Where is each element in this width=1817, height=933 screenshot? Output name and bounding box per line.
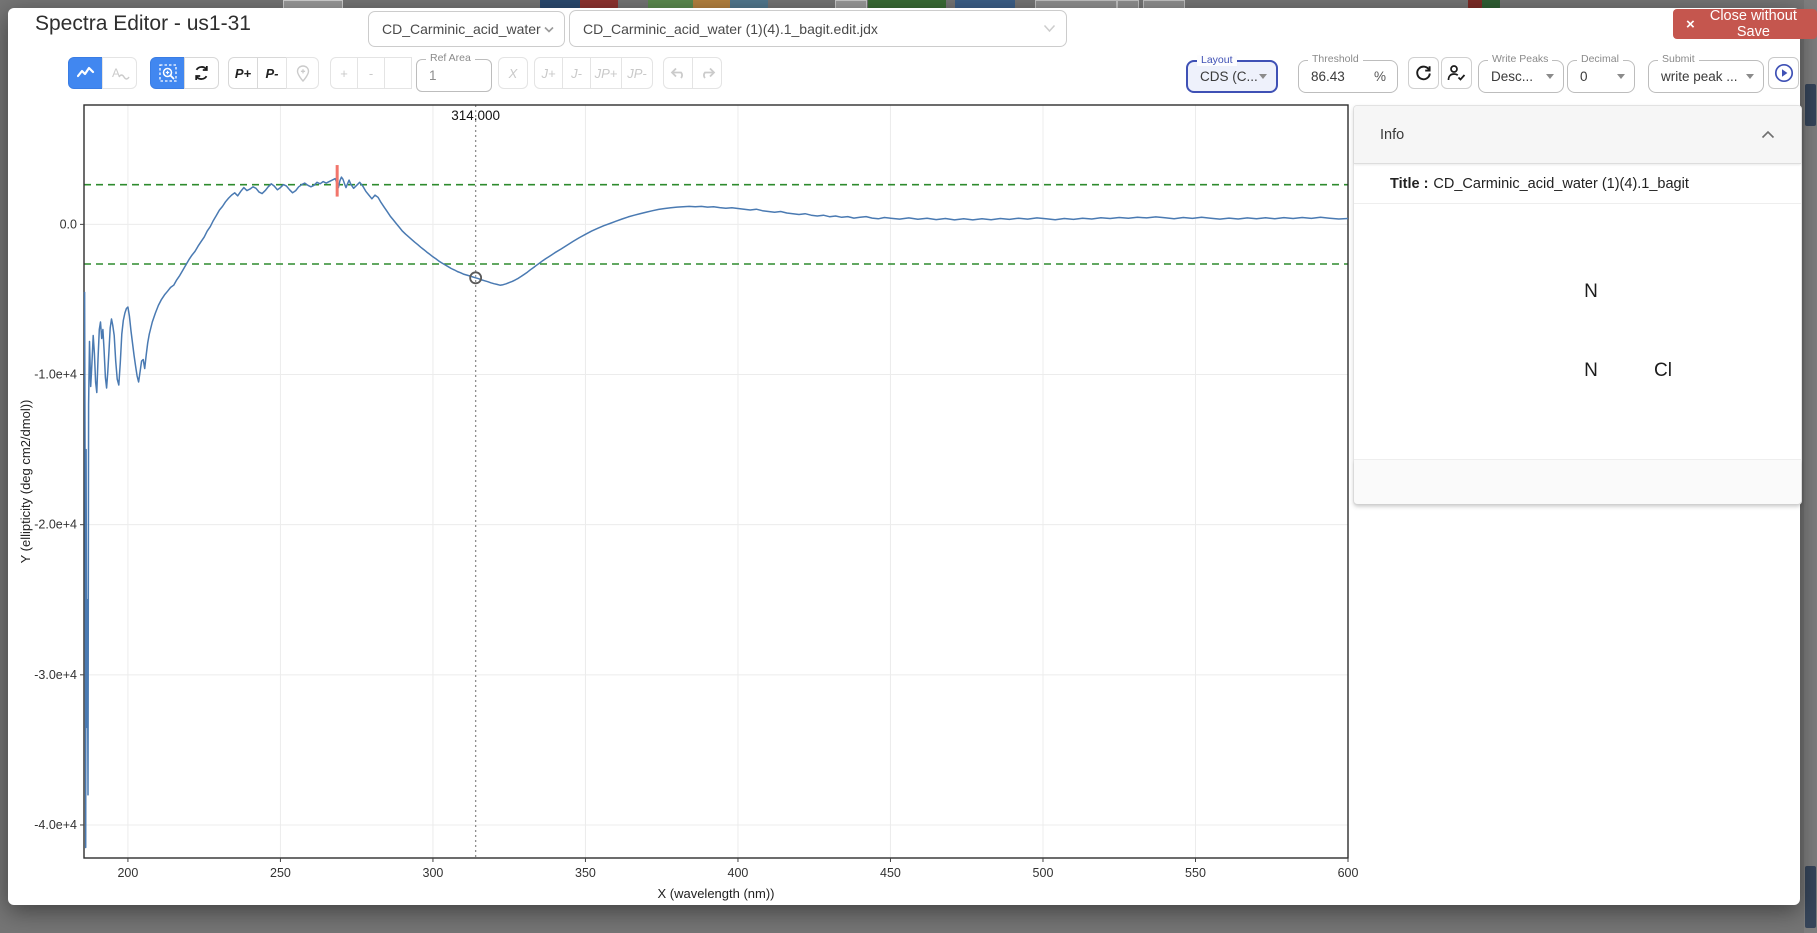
zoom-select-tool-button[interactable] — [150, 57, 185, 89]
chevron-down-icon — [1746, 74, 1754, 79]
x-tick-label: 250 — [270, 866, 291, 880]
crosshair-value-label: 314.000 — [451, 108, 500, 123]
spectrum-line[interactable] — [85, 177, 1348, 847]
ref-area-label: Ref Area — [426, 53, 475, 64]
auto-assign-button[interactable] — [1441, 57, 1472, 89]
spectrum-select-value: CD_Carminic_acid_water — [369, 21, 541, 37]
run-submit-button[interactable] — [1768, 57, 1799, 89]
x-tick-label: 550 — [1185, 866, 1206, 880]
info-panel: Info Title : CD_Carminic_acid_water (1)(… — [1353, 105, 1802, 505]
user-check-icon — [1447, 65, 1466, 81]
reset-zoom-button[interactable] — [184, 57, 219, 89]
undo-button[interactable] — [663, 57, 693, 89]
layout-label: Layout — [1197, 55, 1237, 66]
reset-zoom-icon — [193, 65, 210, 81]
zoom-area-icon — [159, 64, 177, 82]
line-chart-icon — [77, 66, 95, 80]
blank-tool-button[interactable] — [384, 57, 412, 89]
info-panel-footer — [1354, 460, 1801, 504]
chevron-down-icon — [1617, 74, 1625, 79]
x-tick-label: 450 — [880, 866, 901, 880]
info-panel-title: Info — [1380, 127, 1404, 143]
threshold-unit: % — [1374, 69, 1386, 84]
layout-value: CDS (C... — [1188, 69, 1258, 84]
x-axis-title: X (wavelength (nm)) — [657, 886, 774, 901]
peak-remove-button[interactable]: P- — [257, 57, 287, 89]
chevron-down-icon — [1259, 74, 1267, 79]
y-tick-label: -2.0e+4 — [34, 518, 77, 532]
ref-area-field[interactable]: Ref Area 1 — [416, 59, 492, 92]
chevron-down-icon — [544, 26, 554, 33]
x-tick-label: 350 — [575, 866, 596, 880]
peak-add-button[interactable]: P+ — [228, 57, 258, 89]
y-tick-label: 0.0 — [60, 217, 77, 231]
submit-label: Submit — [1658, 54, 1699, 65]
redo-button[interactable] — [692, 57, 722, 89]
write-peaks-value: Desc... — [1479, 69, 1533, 84]
play-circle-icon — [1774, 63, 1794, 83]
y-tick-label: -1.0e+4 — [34, 368, 77, 382]
increase-button[interactable]: + — [330, 57, 358, 89]
pin-peak-button[interactable] — [286, 57, 319, 89]
atom-label: N — [1584, 360, 1598, 382]
refresh-button[interactable] — [1408, 57, 1439, 89]
plot-border — [84, 105, 1348, 858]
chevron-down-icon — [1043, 24, 1056, 33]
x-tick-label: 400 — [728, 866, 749, 880]
assign-a-wave-icon: A — [110, 65, 130, 81]
atom-label: N — [1584, 281, 1598, 303]
x-tick-label: 500 — [1033, 866, 1054, 880]
write-peaks-select[interactable]: Write Peaks Desc... — [1478, 60, 1564, 93]
refresh-icon — [1415, 65, 1432, 82]
close-without-save-button[interactable]: × Close without Save — [1673, 9, 1817, 39]
y-tick-label: -4.0e+4 — [34, 818, 77, 832]
file-select-value: CD_Carminic_acid_water (1)(4).1_bagit.ed… — [570, 21, 878, 37]
jp-minus-button[interactable]: JP- — [621, 57, 653, 89]
decimal-select[interactable]: Decimal 0 — [1567, 60, 1635, 93]
location-pin-plus-icon — [296, 65, 310, 82]
submit-value: write peak ... — [1649, 69, 1738, 84]
undo-icon — [670, 67, 687, 79]
file-select[interactable]: CD_Carminic_acid_water (1)(4).1_bagit.ed… — [569, 10, 1067, 47]
x-tick-label: 300 — [423, 866, 444, 880]
svg-text:A: A — [112, 66, 120, 80]
spectra-line-tool-button[interactable] — [68, 57, 103, 89]
threshold-label: Threshold — [1308, 54, 1363, 65]
submit-select[interactable]: Submit write peak ... — [1648, 60, 1764, 93]
jp-plus-button[interactable]: JP+ — [590, 57, 622, 89]
j-plus-button[interactable]: J+ — [534, 57, 563, 89]
y-axis-title: Y (ellipticity (deg cm2/dmol)) — [18, 400, 33, 564]
molecule-structure[interactable]: N N Cl — [1354, 204, 1801, 460]
redo-icon — [699, 67, 716, 79]
page-title: Spectra Editor - us1-31 — [35, 12, 251, 36]
chevron-up-icon[interactable] — [1761, 130, 1775, 139]
x-tool-button[interactable]: X — [498, 57, 528, 89]
write-peaks-label: Write Peaks — [1488, 54, 1552, 65]
layout-select[interactable]: Layout CDS (C... — [1186, 60, 1278, 93]
decimal-label: Decimal — [1577, 54, 1623, 65]
chevron-down-icon — [1546, 74, 1554, 79]
threshold-input[interactable]: 86.43 — [1299, 69, 1345, 84]
spectrum-title-label: Title : — [1390, 176, 1428, 192]
decrease-button[interactable]: - — [357, 57, 385, 89]
close-button-label: Close without Save — [1703, 8, 1804, 40]
atom-label: Cl — [1654, 360, 1672, 382]
info-panel-header[interactable]: Info — [1354, 106, 1801, 164]
decimal-value: 0 — [1568, 69, 1588, 84]
assignment-tool-button[interactable]: A — [102, 57, 137, 89]
spectrum-title-row: Title : CD_Carminic_acid_water (1)(4).1_… — [1354, 164, 1801, 204]
close-icon: × — [1686, 17, 1695, 32]
x-tick-label: 200 — [117, 866, 138, 880]
spectrum-title-value: CD_Carminic_acid_water (1)(4).1_bagit — [1433, 176, 1688, 192]
spectrum-select[interactable]: CD_Carminic_acid_water — [368, 11, 565, 47]
threshold-field[interactable]: Threshold 86.43 % — [1298, 60, 1398, 93]
y-tick-label: -3.0e+4 — [34, 668, 77, 682]
x-tick-label: 600 — [1338, 866, 1359, 880]
ref-area-input[interactable]: 1 — [417, 68, 437, 83]
j-minus-button[interactable]: J- — [562, 57, 591, 89]
